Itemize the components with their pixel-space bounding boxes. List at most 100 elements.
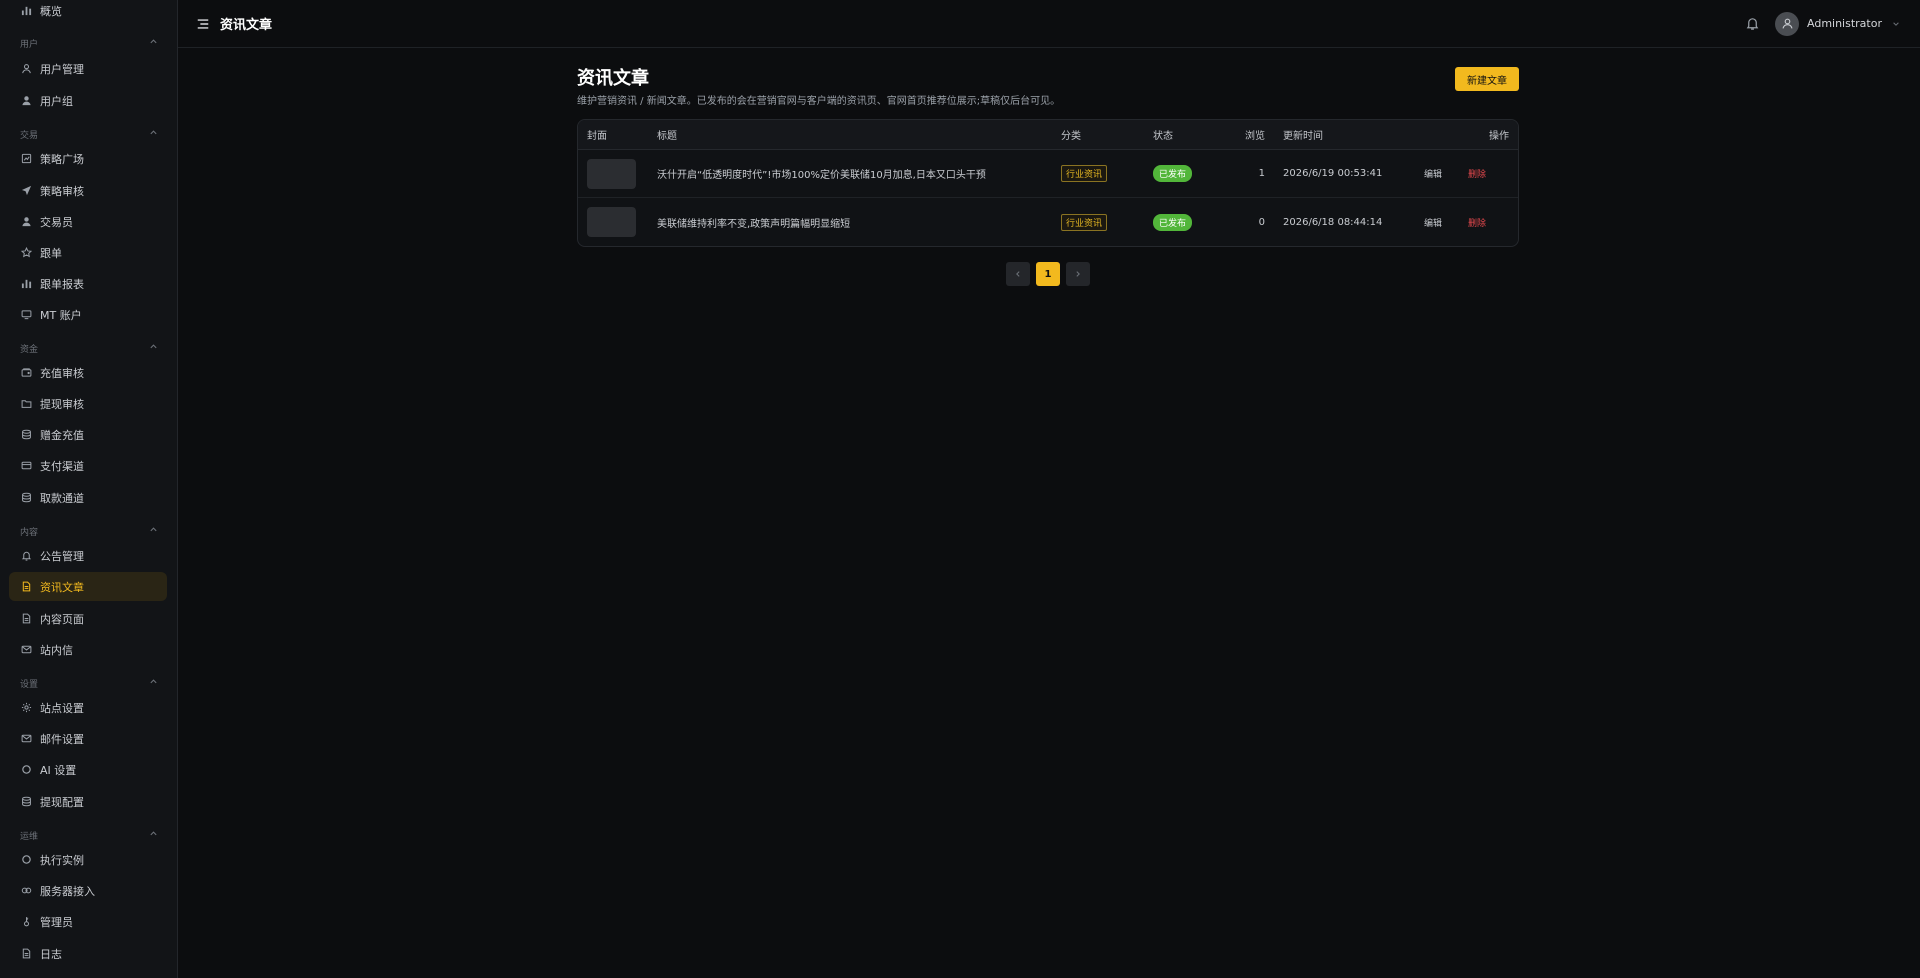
sidebar-item-label: 取款通道 xyxy=(40,491,84,505)
sidebar-item-withdraw-config[interactable]: 提现配置 xyxy=(9,787,167,816)
sidebar-item-withdraw-review[interactable]: 提现审核 xyxy=(9,389,167,418)
sidebar-item-label: 跟单 xyxy=(40,246,62,260)
article-title[interactable]: 美联储维持利率不变,政策声明篇幅明显缩短 xyxy=(657,215,1061,230)
new-article-button[interactable]: 新建文章 xyxy=(1455,67,1519,91)
next-page-button[interactable] xyxy=(1066,262,1090,286)
sidebar-item-news-articles[interactable]: 资讯文章 xyxy=(9,572,167,601)
sidebar-item-site-settings[interactable]: 站点设置 xyxy=(9,693,167,722)
sidebar-item-label: 充值审核 xyxy=(40,366,84,380)
sidebar-item-overview[interactable]: 概览 xyxy=(9,0,167,25)
sidebar-item-label: MT 账户 xyxy=(40,308,82,322)
user-solid-icon xyxy=(20,95,32,107)
chevron-up-icon xyxy=(149,525,158,537)
sidebar-section-label: 用户 xyxy=(20,39,39,50)
gear-icon xyxy=(20,702,32,714)
header-updated: 更新时间 xyxy=(1283,131,1323,142)
sidebar-item-strategy-review[interactable]: 策略审核 xyxy=(9,176,167,205)
header-status: 状态 xyxy=(1153,131,1173,142)
sidebar-item-logs[interactable]: 日志 xyxy=(9,939,167,968)
table-row: 沃什开启“低透明度时代”!市场100%定价美联储10月加息,日本又口头干预 行业… xyxy=(578,150,1518,198)
key-icon xyxy=(20,916,32,928)
table-row: 美联储维持利率不变,政策声明篇幅明显缩短 行业资讯 已发布 0 2026/6/1… xyxy=(578,198,1518,246)
sidebar-section-4[interactable]: 交易 xyxy=(20,127,158,141)
bar-chart-icon xyxy=(20,5,32,17)
sidebar-item-label: 执行实例 xyxy=(40,853,84,867)
sidebar-item-label: 公告管理 xyxy=(40,549,84,563)
chart-square-icon xyxy=(20,153,32,165)
sidebar-item-mt-accounts[interactable]: MT 账户 xyxy=(9,300,167,329)
sidebar-item-label: 概览 xyxy=(40,4,62,18)
send-icon xyxy=(20,185,32,197)
monitor-icon xyxy=(20,309,32,321)
document-icon xyxy=(20,613,32,625)
page-1-button[interactable]: 1 xyxy=(1036,262,1060,286)
chevron-up-icon xyxy=(149,37,158,49)
cover-thumbnail[interactable] xyxy=(587,207,636,237)
sidebar-item-admins[interactable]: 管理员 xyxy=(9,907,167,936)
sidebar-item-site-messages[interactable]: 站内信 xyxy=(9,635,167,664)
sidebar-item-server-access[interactable]: 服务器接入 xyxy=(9,876,167,905)
sidebar-item-label: 日志 xyxy=(40,947,62,961)
view-count: 1 xyxy=(1258,168,1265,179)
sidebar-item-label: 站内信 xyxy=(40,643,73,657)
sidebar-section-1[interactable]: 用户 xyxy=(20,36,158,50)
cover-thumbnail[interactable] xyxy=(587,158,636,189)
sidebar-item-label: 邮件设置 xyxy=(40,732,84,746)
sidebar-item-ai-settings[interactable]: AI 设置 xyxy=(9,755,167,784)
sidebar-item-user-management[interactable]: 用户管理 xyxy=(9,54,167,83)
topbar: 资讯文章 Administrator xyxy=(178,0,1920,48)
articles-table: 封面 标题 分类 状态 浏览 更新时间 操作 沃什开启“低透明度时代”!市场10… xyxy=(577,119,1519,247)
delete-button[interactable]: 删除 xyxy=(1468,219,1486,229)
star-icon xyxy=(20,247,32,259)
sidebar-section-11[interactable]: 资金 xyxy=(20,341,158,355)
sidebar-item-copy-trading[interactable]: 跟单 xyxy=(9,238,167,267)
circle-icon xyxy=(20,854,32,866)
sidebar-section-label: 运维 xyxy=(20,831,39,842)
notification-bell-icon[interactable] xyxy=(1745,16,1761,32)
updated-time: 2026/6/19 00:53:41 xyxy=(1283,168,1383,179)
sidebar-section-17[interactable]: 内容 xyxy=(20,524,158,538)
sidebar-item-label: 跟单报表 xyxy=(40,277,84,291)
sidebar-section-22[interactable]: 设置 xyxy=(20,676,158,690)
page-title: 资讯文章 xyxy=(577,68,649,89)
topbar-right: Administrator xyxy=(1745,11,1900,36)
menu-icon[interactable] xyxy=(196,17,210,31)
sidebar-item-label: 策略广场 xyxy=(40,152,84,166)
sidebar-item-label: 管理员 xyxy=(40,915,73,929)
updated-time: 2026/6/18 08:44:14 xyxy=(1283,216,1383,228)
user-solid-icon xyxy=(20,216,32,228)
user-menu[interactable]: Administrator xyxy=(1775,11,1900,36)
edit-button[interactable]: 编辑 xyxy=(1424,219,1442,229)
sidebar-section-label: 内容 xyxy=(20,527,39,538)
sidebar-item-bonus-deposit[interactable]: 赠金充值 xyxy=(9,420,167,449)
table-header: 封面 标题 分类 状态 浏览 更新时间 操作 xyxy=(578,120,1518,150)
topbar-title: 资讯文章 xyxy=(220,18,273,33)
sidebar-item-strategy-plaza[interactable]: 策略广场 xyxy=(9,144,167,173)
sidebar-item-deposit-review[interactable]: 充值审核 xyxy=(9,358,167,387)
mail-icon xyxy=(20,644,32,656)
sidebar-section-27[interactable]: 运维 xyxy=(20,828,158,842)
sidebar-item-content-pages[interactable]: 内容页面 xyxy=(9,604,167,633)
article-title[interactable]: 沃什开启“低透明度时代”!市场100%定价美联储10月加息,日本又口头干预 xyxy=(657,166,1061,181)
database-icon xyxy=(20,492,32,504)
sidebar-item-label: 用户管理 xyxy=(40,62,84,76)
sidebar-item-label: 交易员 xyxy=(40,215,73,229)
sidebar-item-withdraw-channels[interactable]: 取款通道 xyxy=(9,483,167,512)
sidebar-item-announcements[interactable]: 公告管理 xyxy=(9,541,167,570)
sidebar-item-user-groups[interactable]: 用户组 xyxy=(9,86,167,115)
sidebar-item-instances[interactable]: 执行实例 xyxy=(9,845,167,874)
sidebar-item-label: 用户组 xyxy=(40,94,73,108)
sidebar-item-traders[interactable]: 交易员 xyxy=(9,207,167,236)
app-root: 概览用户用户管理用户组交易策略广场策略审核交易员跟单跟单报表 MT 账户资金充值审… xyxy=(0,0,1920,978)
sidebar-item-label: 支付渠道 xyxy=(40,459,84,473)
pagination: 1 xyxy=(577,262,1519,286)
page-header: 资讯文章 维护营销资讯 / 新闻文章。已发布的会在营销官网与客户端的资讯页、官网… xyxy=(577,67,1519,107)
edit-button[interactable]: 编辑 xyxy=(1424,170,1442,180)
sidebar-item-mail-settings[interactable]: 邮件设置 xyxy=(9,724,167,753)
chevron-up-icon xyxy=(149,829,158,841)
sidebar-item-copy-report[interactable]: 跟单报表 xyxy=(9,269,167,298)
sidebar-item-label: 资讯文章 xyxy=(40,580,84,594)
sidebar-item-payment-channels[interactable]: 支付渠道 xyxy=(9,451,167,480)
delete-button[interactable]: 删除 xyxy=(1468,170,1486,180)
prev-page-button[interactable] xyxy=(1006,262,1030,286)
